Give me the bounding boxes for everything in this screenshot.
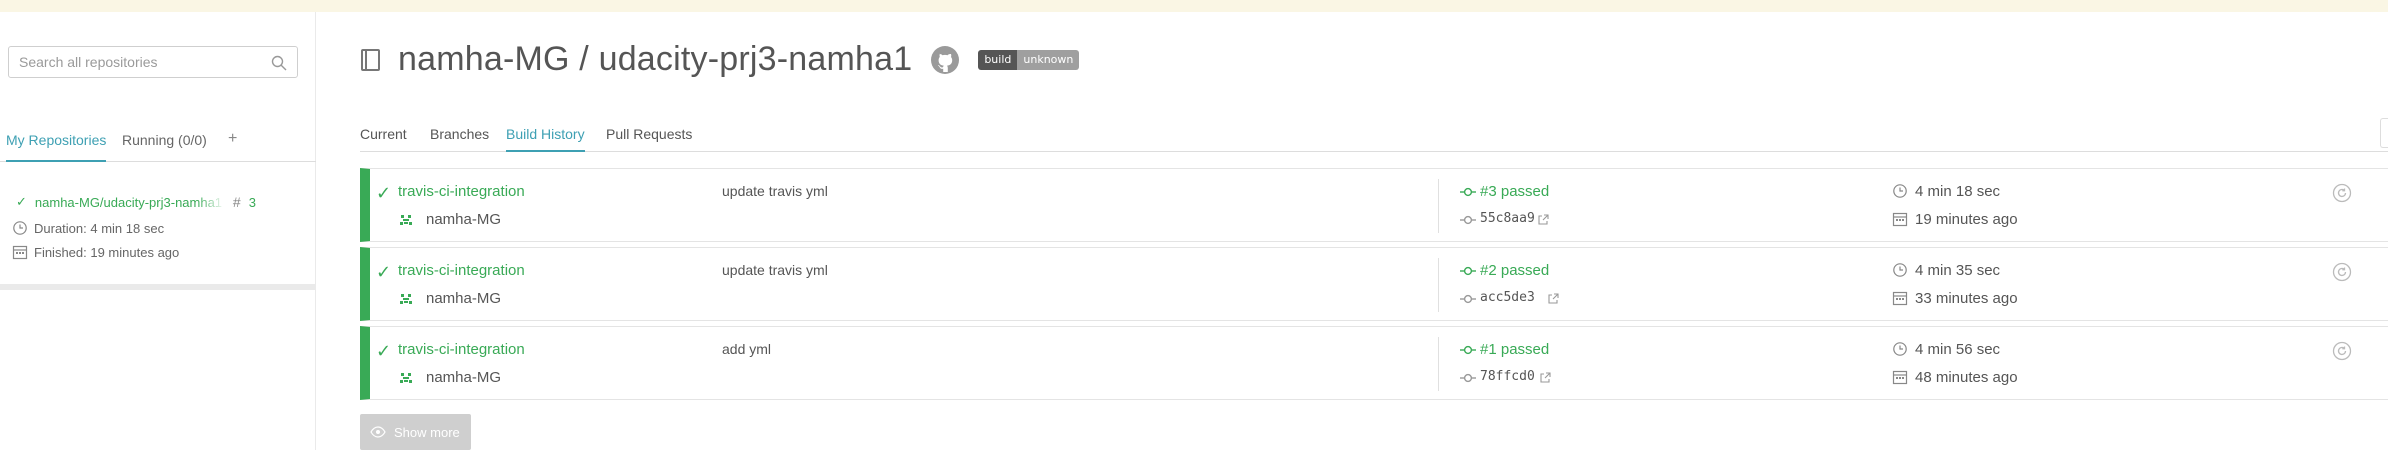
repo-header: namha-MG / udacity-prj3-namha1 build unk… (360, 40, 1080, 79)
author-avatar-icon (399, 212, 413, 226)
show-more-label: Show more (394, 424, 460, 440)
build-finished: 33 minutes ago (1915, 290, 2018, 307)
build-duration: 4 min 35 sec (1915, 262, 2001, 279)
build-duration: 4 min 18 sec (1915, 183, 2001, 200)
clock-icon (1893, 184, 1907, 198)
tab-current[interactable]: Current (360, 126, 407, 152)
passed-check-icon: ✓ (376, 262, 392, 282)
page-title: namha-MG / udacity-prj3-namha1 (398, 40, 913, 78)
build-branch[interactable]: travis-ci-integration (398, 341, 525, 358)
repository-search[interactable] (8, 46, 298, 78)
repo-duration-text: Duration: 4 min 18 sec (34, 220, 165, 236)
external-link-icon[interactable] (1538, 214, 1549, 225)
commit-message: update travis yml (722, 183, 828, 199)
check-icon: ✓ (16, 194, 27, 209)
sidebar: My Repositories Running (0/0) + ✓ namha-… (0, 12, 316, 450)
sidebar-divider (0, 284, 316, 290)
build-status[interactable]: #1 passed (1480, 341, 1549, 358)
external-link-icon[interactable] (1540, 372, 1551, 383)
commit-icon (1460, 345, 1476, 355)
calendar-icon (1892, 370, 1908, 385)
passed-check-icon: ✓ (376, 341, 392, 361)
commit-sha-icon (1460, 373, 1476, 383)
row-separator (1438, 258, 1439, 312)
tab-my-repositories[interactable]: My Repositories (6, 132, 107, 162)
author-avatar-icon (399, 370, 413, 384)
repo-finished-text: Finished: 19 minutes ago (34, 244, 180, 260)
commit-sha[interactable]: acc5de3 (1480, 290, 1535, 305)
passed-check-icon: ✓ (376, 183, 392, 203)
clock-icon (13, 221, 27, 235)
calendar-icon (1892, 212, 1908, 227)
show-more-button[interactable]: Show more (360, 414, 471, 450)
repo-build-number[interactable]: 3 (249, 195, 256, 210)
restart-icon[interactable] (2332, 183, 2352, 203)
build-branch[interactable]: travis-ci-integration (398, 183, 525, 200)
build-status[interactable]: #2 passed (1480, 262, 1549, 279)
commit-sha[interactable]: 55c8aa9 (1480, 211, 1535, 226)
hash-icon: # (232, 194, 241, 210)
commit-sha[interactable]: 78ffcd0 (1480, 369, 1535, 384)
external-link-icon[interactable] (1548, 293, 1559, 304)
build-finished: 19 minutes ago (1915, 211, 2018, 228)
build-status-badge[interactable]: build unknown (978, 49, 1080, 70)
eye-icon (370, 426, 386, 438)
build-duration: 4 min 56 sec (1915, 341, 2001, 358)
restart-icon[interactable] (2332, 341, 2352, 361)
restart-icon[interactable] (2332, 262, 2352, 282)
badge-label: build (978, 49, 1018, 70)
row-separator (1438, 179, 1439, 233)
search-icon[interactable] (271, 55, 287, 71)
build-author: namha-MG (426, 211, 502, 228)
repo-book-icon (361, 48, 380, 71)
tab-running[interactable]: Running (0/0) (122, 132, 207, 162)
build-author: namha-MG (426, 369, 502, 386)
tab-build-history[interactable]: Build History (506, 126, 585, 152)
notice-bar (0, 0, 2388, 12)
build-status[interactable]: #3 passed (1480, 183, 1549, 200)
tab-add[interactable]: + (228, 130, 237, 160)
badge-value: unknown (1017, 49, 1080, 70)
repo-link[interactable]: namha-MG/udacity-prj3-namha1 (35, 195, 225, 210)
tab-pull-requests[interactable]: Pull Requests (606, 126, 692, 152)
row-separator (1438, 337, 1439, 391)
commit-sha-icon (1460, 215, 1476, 225)
repo-tabs: Current Branches Build History Pull Requ… (360, 118, 2388, 152)
settings-menu-edge[interactable] (2380, 118, 2388, 148)
build-branch[interactable]: travis-ci-integration (398, 262, 525, 279)
calendar-icon (12, 245, 28, 260)
build-author: namha-MG (426, 290, 502, 307)
commit-sha-icon (1460, 294, 1476, 304)
build-row[interactable]: ✓ travis-ci-integration namha-MG update … (360, 247, 2388, 321)
build-row[interactable]: ✓ travis-ci-integration namha-MG update … (360, 168, 2388, 242)
author-avatar-icon (399, 291, 413, 305)
repo-finished: Finished: 19 minutes ago (12, 244, 179, 260)
build-row[interactable]: ✓ travis-ci-integration namha-MG add yml… (360, 326, 2388, 400)
repo-duration: Duration: 4 min 18 sec (12, 220, 164, 236)
clock-icon (1893, 263, 1907, 277)
commit-icon (1460, 187, 1476, 197)
build-finished: 48 minutes ago (1915, 369, 2018, 386)
search-input[interactable] (9, 47, 249, 77)
commit-icon (1460, 266, 1476, 276)
tab-branches[interactable]: Branches (430, 126, 489, 152)
sidebar-tabs: My Repositories Running (0/0) + (0, 122, 316, 162)
github-icon[interactable] (930, 45, 960, 75)
commit-message: update travis yml (722, 262, 828, 278)
clock-icon (1893, 342, 1907, 356)
calendar-icon (1892, 291, 1908, 306)
commit-message: add yml (722, 341, 772, 357)
